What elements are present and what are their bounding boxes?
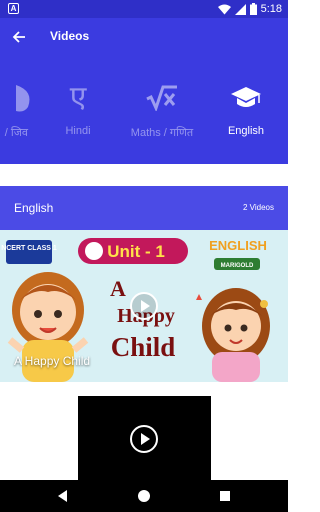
tab-label: Maths / गणित bbox=[130, 127, 194, 139]
marigold-text: MARIGOLD bbox=[221, 263, 254, 269]
leaf-icon bbox=[16, 82, 34, 114]
nav-recents-button[interactable] bbox=[217, 488, 233, 504]
status-bar: A 5:18 bbox=[0, 0, 288, 18]
tab-english[interactable]: English bbox=[208, 56, 284, 164]
back-button[interactable] bbox=[6, 24, 32, 50]
play-circle-icon bbox=[130, 425, 158, 453]
circle-home-icon bbox=[138, 490, 150, 502]
app-notification-icon: A bbox=[8, 3, 19, 14]
signal-icon bbox=[234, 3, 246, 15]
graduation-cap-icon bbox=[231, 82, 261, 114]
play-button[interactable] bbox=[129, 424, 159, 459]
tab-hindi[interactable]: ए Hindi bbox=[40, 56, 116, 164]
page-title: Videos bbox=[50, 29, 90, 43]
video-count: 2 Videos bbox=[243, 203, 274, 212]
play-circle-icon bbox=[130, 292, 158, 320]
square-recents-icon bbox=[220, 491, 230, 501]
clock: 5:18 bbox=[260, 3, 282, 15]
square-root-icon bbox=[146, 82, 178, 114]
app-bar: Videos bbox=[0, 18, 288, 56]
english-logo-text: ENGLISH bbox=[209, 238, 267, 253]
tab-maths[interactable]: Maths / गणित bbox=[122, 56, 202, 164]
arrow-left-icon bbox=[12, 31, 25, 43]
status-icons: 5:18 bbox=[217, 2, 282, 16]
ncert-badge-text: NCERT CLASS 1 bbox=[1, 245, 57, 252]
video-title: A Happy Child bbox=[14, 354, 91, 368]
play-button[interactable] bbox=[129, 291, 159, 326]
unit-text: Unit - 1 bbox=[107, 242, 165, 261]
battery-icon bbox=[249, 3, 257, 15]
section-header: English 2 Videos bbox=[0, 186, 288, 230]
devanagari-e-icon: ए bbox=[69, 80, 87, 115]
video-card-2[interactable] bbox=[78, 396, 211, 480]
subject-tabs: / जिव नं ए Hindi Maths / गणित bbox=[0, 56, 288, 164]
big-a-text: A bbox=[110, 276, 126, 301]
nav-back-button[interactable] bbox=[55, 488, 71, 504]
tab-label: English bbox=[227, 125, 265, 137]
nav-home-button[interactable] bbox=[136, 488, 152, 504]
screen: A 5:18 Videos / जिव ए Hindi Maths / गणित… bbox=[0, 0, 288, 512]
section-title: English bbox=[14, 201, 54, 215]
system-nav-bar bbox=[0, 480, 288, 512]
triangle-back-icon bbox=[58, 490, 67, 502]
wifi-icon bbox=[217, 4, 231, 14]
tab-label: / जिव bbox=[4, 127, 28, 139]
child-text: Child bbox=[111, 332, 176, 362]
tab-label: Hindi bbox=[65, 125, 91, 137]
